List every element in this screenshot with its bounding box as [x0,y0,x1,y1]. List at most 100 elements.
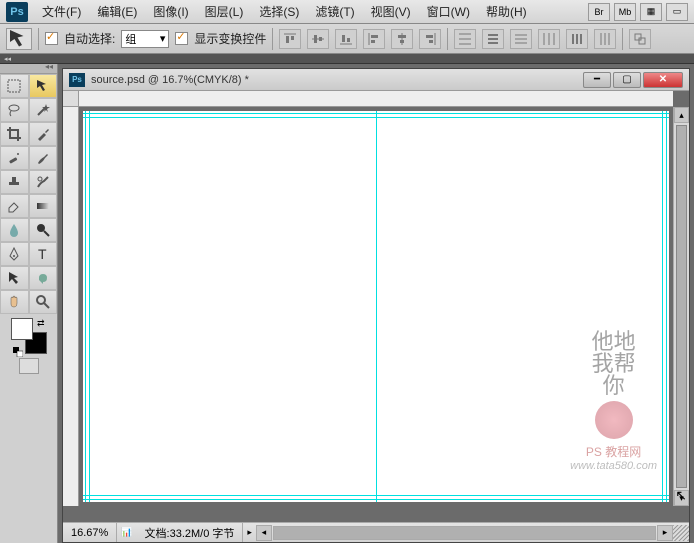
distribute-right-icon[interactable] [594,29,616,49]
menu-view[interactable]: 视图(V) [363,3,419,20]
menu-filter[interactable]: 滤镜(T) [307,3,362,20]
align-vcenter-icon[interactable] [307,29,329,49]
vertical-scrollbar[interactable]: ▴ ▾ [673,107,689,506]
scrollbar-thumb[interactable] [274,527,655,539]
guide-vertical[interactable] [89,111,90,502]
window-minimize-button[interactable]: ━ [583,72,611,88]
distribute-left-icon[interactable] [538,29,560,49]
distribute-bottom-icon[interactable] [510,29,532,49]
dodge-tool-icon[interactable] [29,218,58,242]
guide-horizontal[interactable] [83,113,669,114]
distribute-top-icon[interactable] [454,29,476,49]
distribute-hcenter-icon[interactable] [566,29,588,49]
brush-tool-icon[interactable] [29,146,58,170]
menu-image[interactable]: 图像(I) [145,3,196,20]
default-colors-icon[interactable] [13,344,23,354]
eyedropper-tool-icon[interactable] [29,122,58,146]
swap-colors-icon[interactable]: ⇄ [37,318,45,329]
eraser-tool-icon[interactable] [0,194,29,218]
scroll-left-icon[interactable]: ◂ [256,525,272,541]
guide-vertical[interactable] [85,111,86,502]
guide-vertical[interactable] [376,111,377,502]
resize-grip-icon[interactable] [673,525,689,541]
stamp-tool-icon[interactable] [0,170,29,194]
lasso-tool-icon[interactable] [0,98,29,122]
guide-horizontal[interactable] [83,499,669,500]
menu-file[interactable]: 文件(F) [34,3,89,20]
align-hcenter-icon[interactable] [391,29,413,49]
align-left-icon[interactable] [363,29,385,49]
scroll-right-icon[interactable]: ▸ [657,525,673,541]
canvas[interactable]: 他地 我帮 你 PS 教程网 www.tata580.com [83,111,669,502]
watermark: 他地 我帮 你 PS 教程网 www.tata580.com [570,331,657,472]
menu-help[interactable]: 帮助(H) [478,3,535,20]
align-right-icon[interactable] [419,29,441,49]
auto-select-checkbox[interactable] [45,32,58,45]
zoom-level[interactable]: 16.67% [63,523,117,542]
menu-window[interactable]: 窗口(W) [419,3,478,20]
document-title: source.psd @ 16.7%(CMYK/8) * [91,74,249,86]
show-transform-checkbox[interactable] [175,32,188,45]
vertical-ruler[interactable] [63,107,79,506]
menu-layer[interactable]: 图层(L) [197,3,252,20]
document-info[interactable]: 文档:33.2M/0 字节 [137,523,244,542]
document-ps-icon: Ps [69,73,85,87]
crop-tool-icon[interactable] [0,122,29,146]
align-bottom-icon[interactable] [335,29,357,49]
window-close-button[interactable]: ✕ [643,72,683,88]
divider [622,28,623,50]
type-tool-icon[interactable]: T [29,242,58,266]
watermark-seal-icon [595,401,633,439]
options-bar: 自动选择: 组 ▾ 显示变换控件 [0,24,694,54]
status-flyout-icon[interactable]: ▸ [243,527,256,538]
scroll-up-icon[interactable]: ▴ [674,107,689,123]
zoom-tool-icon[interactable] [29,290,58,314]
distribute-vcenter-icon[interactable] [482,29,504,49]
magic-wand-tool-icon[interactable] [29,98,58,122]
scrollbar-track[interactable] [273,526,656,540]
tools-panel: T ⇄ [0,64,58,543]
canvas-viewport[interactable]: 他地 我帮 你 PS 教程网 www.tata580.com [79,107,673,506]
menu-select[interactable]: 选择(S) [251,3,307,20]
watermark-url: www.tata580.com [570,460,657,472]
menu-edit[interactable]: 编辑(E) [89,3,145,20]
tools-panel-header[interactable] [0,64,57,74]
app-logo-icon: Ps [6,2,28,22]
window-maximize-button[interactable]: ▢ [613,72,641,88]
guide-vertical[interactable] [662,111,663,502]
history-brush-tool-icon[interactable] [29,170,58,194]
bridge-button[interactable]: Br [588,3,610,21]
shape-tool-icon[interactable] [29,266,58,290]
document-titlebar[interactable]: Ps source.psd @ 16.7%(CMYK/8) * ━ ▢ ✕ [63,69,689,91]
current-tool-icon[interactable] [6,28,32,50]
horizontal-ruler[interactable] [79,91,673,107]
screen-mode-icon[interactable]: ▭ [666,3,688,21]
gradient-tool-icon[interactable] [29,194,58,218]
guide-horizontal[interactable] [83,117,669,118]
scroll-down-icon[interactable]: ▾ [674,490,689,506]
menubar-extra-icon[interactable]: ▦ [640,3,662,21]
arrange-icon[interactable] [629,29,651,49]
align-top-icon[interactable] [279,29,301,49]
quick-mask-icon[interactable] [19,358,39,374]
guide-vertical[interactable] [666,111,667,502]
auto-select-dropdown[interactable]: 组 ▾ [121,30,169,48]
move-tool-icon[interactable] [29,74,58,98]
ruler-origin[interactable] [63,91,79,107]
marquee-tool-icon[interactable] [0,74,29,98]
horizontal-scrollbar[interactable]: ◂ ▸ [256,525,673,541]
foreground-color-swatch[interactable] [11,318,33,340]
watermark-text: 你 [570,375,657,397]
tabbar-collapse-icon[interactable]: ◂◂ [4,55,11,63]
scrollbar-thumb[interactable] [676,125,687,488]
pen-tool-icon[interactable] [0,242,29,266]
healing-brush-tool-icon[interactable] [0,146,29,170]
path-selection-tool-icon[interactable] [0,266,29,290]
guide-horizontal[interactable] [83,495,669,496]
color-swatches: ⇄ [0,314,57,378]
minibridge-button[interactable]: Mb [614,3,636,21]
status-menu-icon[interactable]: 📊 [117,527,136,538]
blur-tool-icon[interactable] [0,218,29,242]
divider [272,28,273,50]
hand-tool-icon[interactable] [0,290,29,314]
